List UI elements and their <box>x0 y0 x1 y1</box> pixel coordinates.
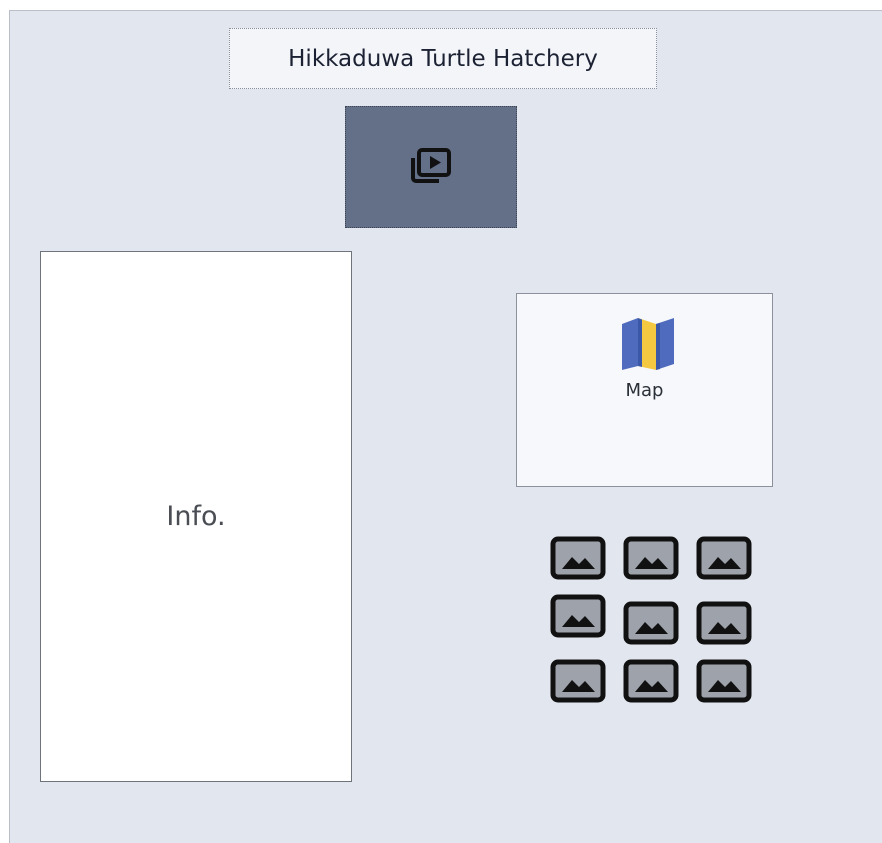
image-icon <box>696 601 752 645</box>
info-label: Info. <box>166 501 226 532</box>
page-title: Hikkaduwa Turtle Hatchery <box>288 45 598 72</box>
gallery-image-thumbnail[interactable] <box>696 536 752 580</box>
image-icon <box>550 536 606 580</box>
map-card[interactable]: Map <box>516 293 773 487</box>
video-gallery-button[interactable] <box>345 106 517 228</box>
gallery-image-thumbnail[interactable] <box>696 601 752 645</box>
image-icon <box>550 659 606 703</box>
gallery-image-thumbnail[interactable] <box>623 659 679 703</box>
map-label: Map <box>625 380 664 401</box>
video-library-icon <box>411 148 451 183</box>
gallery-image-thumbnail[interactable] <box>623 536 679 580</box>
title-banner: Hikkaduwa Turtle Hatchery <box>229 28 657 89</box>
folded-map-icon <box>622 318 674 370</box>
gallery-image-thumbnail[interactable] <box>550 594 606 638</box>
gallery-image-thumbnail[interactable] <box>623 601 679 645</box>
gallery-image-thumbnail[interactable] <box>550 536 606 580</box>
gallery-image-thumbnail[interactable] <box>696 659 752 703</box>
app-canvas: Hikkaduwa Turtle Hatchery Info. Map <box>9 10 882 843</box>
image-icon <box>623 659 679 703</box>
info-panel[interactable]: Info. <box>40 251 352 782</box>
gallery-image-thumbnail[interactable] <box>550 659 606 703</box>
image-icon <box>623 536 679 580</box>
image-icon <box>696 659 752 703</box>
image-icon <box>550 594 606 638</box>
image-icon <box>696 536 752 580</box>
image-icon <box>623 601 679 645</box>
